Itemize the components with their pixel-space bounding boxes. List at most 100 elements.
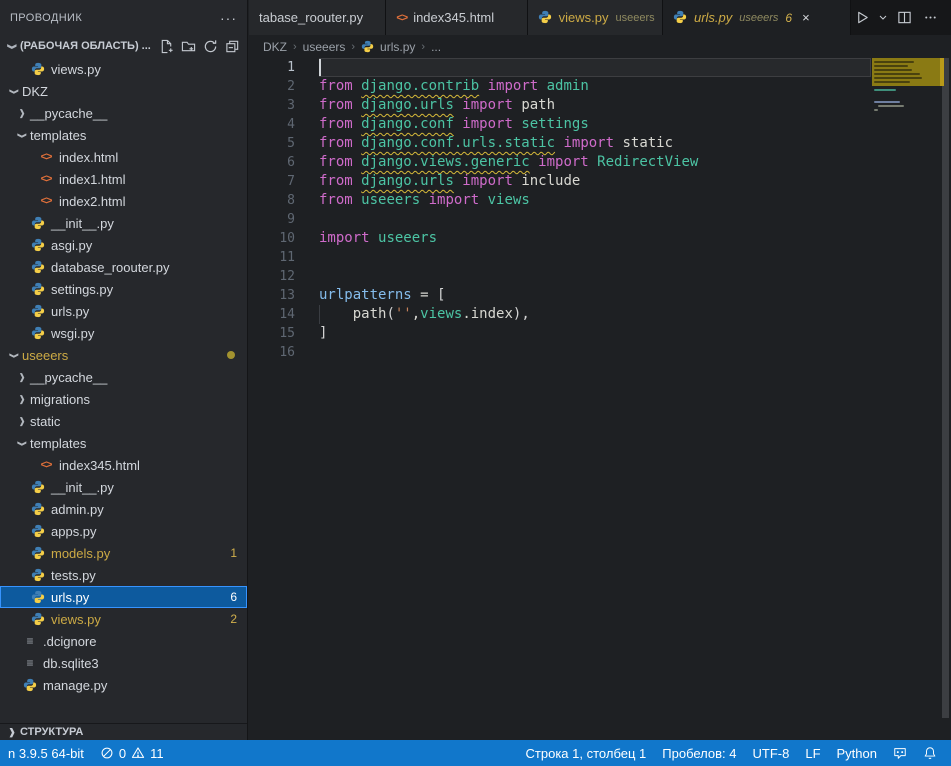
code-line-12[interactable]: 12 <box>249 267 951 286</box>
line-number[interactable]: 7 <box>249 172 295 191</box>
tree-item-db-sqlite3[interactable]: ≡db.sqlite3 <box>0 652 247 674</box>
line-number[interactable]: 8 <box>249 191 295 210</box>
tree-item--init-py[interactable]: __init__.py <box>0 476 247 498</box>
line-number[interactable]: 3 <box>249 96 295 115</box>
tree-item-index2-html[interactable]: <>index2.html <box>0 190 247 212</box>
line-number[interactable]: 10 <box>249 229 295 248</box>
notifications-bell-icon[interactable] <box>915 740 945 766</box>
editor-scrollbar[interactable] <box>940 58 951 740</box>
tree-item-static[interactable]: ❱static <box>0 410 247 432</box>
chevron-right-icon[interactable]: ❱ <box>14 416 30 427</box>
chevron-right-icon[interactable]: ❱ <box>14 394 30 405</box>
minimap[interactable] <box>872 58 940 378</box>
tab-views-py[interactable]: views.pyuseeers2 <box>528 0 663 35</box>
tree-item--dcignore[interactable]: ≡.dcignore <box>0 630 247 652</box>
breadcrumb-item--[interactable]: ... <box>431 40 441 54</box>
tree-item-dkz[interactable]: ❱DKZ <box>0 80 247 102</box>
feedback-icon[interactable] <box>885 740 915 766</box>
line-number[interactable]: 14 <box>249 305 295 324</box>
tree-item-urls-py[interactable]: urls.py <box>0 300 247 322</box>
line-number[interactable]: 6 <box>249 153 295 172</box>
line-number[interactable]: 16 <box>249 343 295 362</box>
tree-item-admin-py[interactable]: admin.py <box>0 498 247 520</box>
tree-item-index345-html[interactable]: <>index345.html <box>0 454 247 476</box>
code-line-1[interactable]: 1 <box>249 58 951 77</box>
new-file-icon[interactable] <box>155 36 177 56</box>
code-line-16[interactable]: 16 <box>249 343 951 362</box>
tree-item-apps-py[interactable]: apps.py <box>0 520 247 542</box>
tree-item-migrations[interactable]: ❱migrations <box>0 388 247 410</box>
code-line-3[interactable]: 3from django.urls import path <box>249 96 951 115</box>
line-number[interactable]: 12 <box>249 267 295 286</box>
breadcrumb-item-urls-py[interactable]: urls.py <box>361 40 415 54</box>
code-line-9[interactable]: 9 <box>249 210 951 229</box>
indentation-status[interactable]: Пробелов: 4 <box>654 740 744 766</box>
problems-status[interactable]: 0 11 <box>92 740 172 766</box>
eol-status[interactable]: LF <box>797 740 828 766</box>
tree-item-urls-py[interactable]: urls.py6 <box>0 586 247 608</box>
line-number[interactable]: 9 <box>249 210 295 229</box>
code-line-8[interactable]: 8from useeers import views <box>249 191 951 210</box>
encoding-status[interactable]: UTF-8 <box>745 740 798 766</box>
chevron-right-icon[interactable]: ❱ <box>14 108 30 119</box>
line-number[interactable]: 13 <box>249 286 295 305</box>
chevron-down-icon[interactable]: ❱ <box>9 347 20 363</box>
line-number[interactable]: 5 <box>249 134 295 153</box>
code-line-10[interactable]: 10import useeers <box>249 229 951 248</box>
chevron-down-icon[interactable]: ❱ <box>9 83 20 99</box>
tree-item-useeers[interactable]: ❱useeers <box>0 344 247 366</box>
python-interpreter-status[interactable]: n 3.9.5 64-bit <box>0 740 92 766</box>
more-actions-icon[interactable] <box>919 6 941 30</box>
scrollbar-thumb[interactable] <box>942 58 949 718</box>
run-dropdown-icon[interactable] <box>877 6 889 30</box>
split-editor-icon[interactable] <box>893 6 915 30</box>
refresh-icon[interactable] <box>199 36 221 56</box>
language-mode-status[interactable]: Python <box>829 740 885 766</box>
code-line-2[interactable]: 2from django.contrib import admin <box>249 77 951 96</box>
code-line-13[interactable]: 13urlpatterns = [ <box>249 286 951 305</box>
collapse-all-icon[interactable] <box>221 36 243 56</box>
line-number[interactable]: 11 <box>249 248 295 267</box>
code-line-6[interactable]: 6from django.views.generic import Redire… <box>249 153 951 172</box>
new-folder-icon[interactable] <box>177 36 199 56</box>
tree-item--init-py[interactable]: __init__.py <box>0 212 247 234</box>
line-number[interactable]: 2 <box>249 77 295 96</box>
line-number[interactable]: 15 <box>249 324 295 343</box>
tree-item-views-py[interactable]: views.py2 <box>0 608 247 630</box>
tab-index345-html[interactable]: <>index345.html <box>386 0 527 35</box>
outline-section-header[interactable]: ❱ СТРУКТУРА <box>0 723 247 740</box>
tree-item-templates[interactable]: ❱templates <box>0 124 247 146</box>
tree-item-asgi-py[interactable]: asgi.py <box>0 234 247 256</box>
chevron-down-icon[interactable]: ❱ <box>17 435 28 451</box>
close-icon[interactable]: × <box>802 10 810 25</box>
tree-item--pycache-[interactable]: ❱__pycache__ <box>0 366 247 388</box>
line-number[interactable]: 1 <box>249 58 295 77</box>
run-python-file-icon[interactable] <box>851 6 873 30</box>
breadcrumb-item-dkz[interactable]: DKZ <box>263 40 287 54</box>
code-line-4[interactable]: 4from django.conf import settings <box>249 115 951 134</box>
code-line-5[interactable]: 5from django.conf.urls.static import sta… <box>249 134 951 153</box>
tree-item-settings-py[interactable]: settings.py <box>0 278 247 300</box>
tree-item--pycache-[interactable]: ❱__pycache__ <box>0 102 247 124</box>
breadcrumb-item-useeers[interactable]: useeers <box>303 40 346 54</box>
cursor-position-status[interactable]: Строка 1, столбец 1 <box>518 740 655 766</box>
tree-item-database-roouter-py[interactable]: database_roouter.py <box>0 256 247 278</box>
tree-item-templates[interactable]: ❱templates <box>0 432 247 454</box>
tree-item-models-py[interactable]: models.py1 <box>0 542 247 564</box>
tree-item-wsgi-py[interactable]: wsgi.py <box>0 322 247 344</box>
code-line-14[interactable]: 14 path('',views.index), <box>249 305 951 324</box>
explorer-more-actions-icon[interactable]: ··· <box>220 10 237 26</box>
chevron-right-icon[interactable]: ❱ <box>14 372 30 383</box>
tree-item-index-html[interactable]: <>index.html <box>0 146 247 168</box>
line-number[interactable]: 4 <box>249 115 295 134</box>
tree-item-tests-py[interactable]: tests.py <box>0 564 247 586</box>
code-editor[interactable]: 12from django.contrib import admin3from … <box>249 58 951 740</box>
chevron-down-icon[interactable]: ❱ <box>17 127 28 143</box>
workspace-section-header[interactable]: ❱ (РАБОЧАЯ ОБЛАСТЬ) ... <box>0 35 247 57</box>
code-line-15[interactable]: 15] <box>249 324 951 343</box>
tree-item-manage-py[interactable]: manage.py <box>0 674 247 696</box>
code-line-7[interactable]: 7from django.urls import include <box>249 172 951 191</box>
tab-urls-py[interactable]: urls.pyuseeers6× <box>663 0 851 35</box>
tree-item-index1-html[interactable]: <>index1.html <box>0 168 247 190</box>
code-line-11[interactable]: 11 <box>249 248 951 267</box>
